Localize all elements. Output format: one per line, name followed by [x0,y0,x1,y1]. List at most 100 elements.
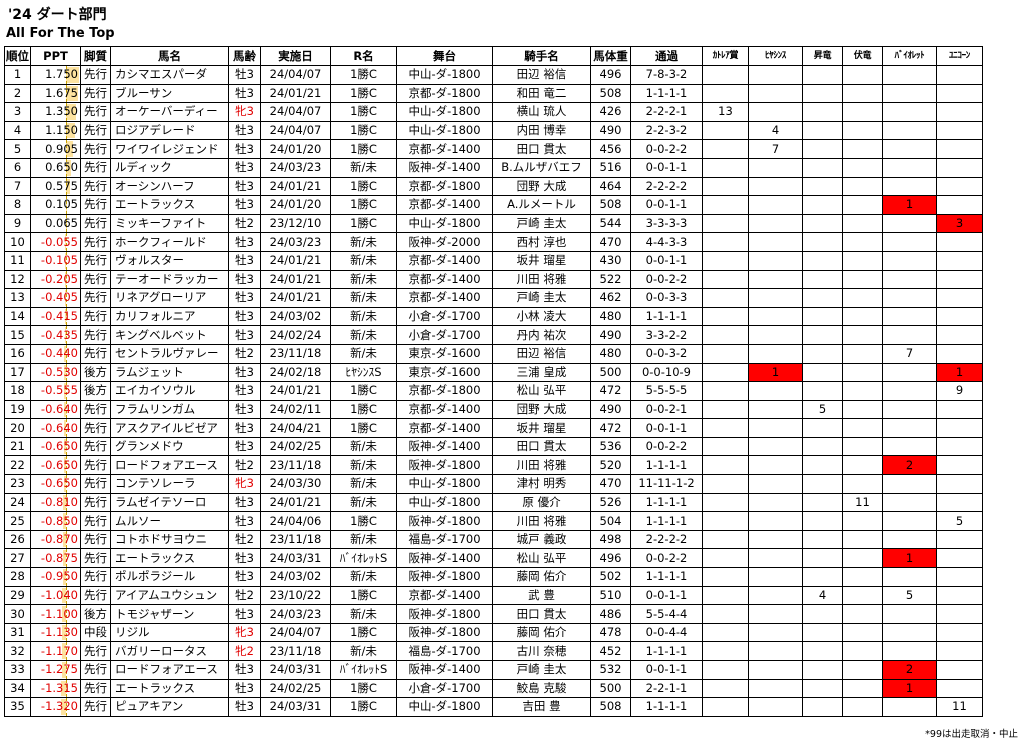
hyacinth-cell [748,232,803,252]
header-katorea: ｶﾄﾚｱ賞 [702,46,749,66]
fukuryu-cell [842,511,883,531]
unicorn-cell [936,232,983,252]
fukuryu-cell [842,250,883,271]
hyacinth-cell [748,418,803,438]
katorea-cell [702,139,749,159]
ppt-cell: 0.905 [30,139,81,159]
table-row: 22 -0.650 先行 ロードフォアエース 牡2 23/11/18 新/未 阪神-ダ-180… [4,455,983,476]
ppt-value: -0.555 [40,383,78,398]
table-row: 23 -0.650 先行 コンテソレーラ 牝3 24/03/30 新/未 中山-ダ-1800 津… [4,474,983,494]
age-cell: 牡3 [228,232,261,252]
style-cell: 先行 [80,436,111,457]
age-cell: 牡3 [228,436,261,457]
passing-cell: 0-0-3-3 [630,288,703,308]
unicorn-cell [936,622,983,643]
passing-cell: 0-0-2-1 [630,399,703,420]
katorea-cell [702,362,749,383]
katorea-cell [702,455,749,476]
weight-cell: 536 [590,436,631,457]
style-cell: 先行 [80,325,111,345]
ppt-value: -1.040 [40,587,78,602]
fukuryu-cell [842,120,883,141]
ppt-cell: -0.640 [30,418,81,438]
race-cell: 新/未 [330,288,397,308]
horse-name-cell: リネアグローリア [110,288,229,308]
weight-cell: 426 [590,102,631,122]
katorea-cell [702,418,749,438]
weight-cell: 464 [590,176,631,197]
ppt-cell: 0.650 [30,157,81,178]
style-cell: 先行 [80,65,111,85]
date-cell: 23/11/18 [260,529,331,550]
ppt-value: -0.405 [40,290,78,305]
ppt-cell: -1.315 [30,678,81,699]
jockey-cell: 横山 琉人 [492,102,591,122]
date-cell: 24/01/21 [260,250,331,271]
ppt-value: -1.130 [40,625,78,640]
race-cell: 新/未 [330,232,397,252]
ppt-cell: -1.170 [30,641,81,661]
shoryu-cell [802,213,843,234]
hyacinth-cell [748,585,803,606]
fukuryu-cell [842,697,883,717]
violet-cell [882,567,937,587]
date-cell: 24/01/20 [260,195,331,215]
hyacinth-cell [748,548,803,569]
fukuryu-cell [842,269,883,290]
fukuryu-cell [842,176,883,197]
passing-cell: 3-3-3-3 [630,213,703,234]
jockey-cell: 原 優介 [492,492,591,513]
table-row: 21 -0.650 先行 グランメドウ 牡3 24/02/25 新/未 阪神-ダ-1400 田口… [4,436,983,457]
unicorn-cell [936,65,983,85]
style-cell: 先行 [80,139,111,159]
ppt-cell: -0.650 [30,436,81,457]
date-cell: 24/02/18 [260,362,331,383]
table-row: 18 -0.555 後方 エイカイソウル 牡3 24/01/21 1勝C 京都-ダ-1800 松… [4,381,983,401]
ppt-cell: -1.275 [30,660,81,680]
hyacinth-cell [748,641,803,661]
unicorn-cell: 3 [936,213,983,234]
passing-cell: 2-2-1-1 [630,678,703,699]
ppt-value: -0.105 [40,253,78,268]
violet-cell: 1 [882,678,937,699]
katorea-cell [702,250,749,271]
ppt-value: -0.875 [40,550,78,565]
weight-cell: 508 [590,697,631,717]
hyacinth-cell [748,288,803,308]
ppt-cell: 0.575 [30,176,81,197]
venue-cell: 阪神-ダ-1800 [396,567,493,587]
violet-cell [882,250,937,271]
ppt-value: -0.055 [40,234,78,249]
ppt-cell: -0.105 [30,250,81,271]
jockey-cell: 藤岡 佑介 [492,567,591,587]
hyacinth-cell [748,250,803,271]
hyacinth-cell [748,492,803,513]
ppt-cell: -0.435 [30,325,81,345]
style-cell: 後方 [80,362,111,383]
katorea-cell [702,269,749,290]
katorea-cell [702,343,749,364]
style-cell: 先行 [80,232,111,252]
date-cell: 23/11/18 [260,455,331,476]
hyacinth-cell [748,604,803,624]
date-cell: 24/01/20 [260,139,331,159]
horse-name-cell: ピュアキアン [110,697,229,717]
date-cell: 24/04/07 [260,120,331,141]
horse-name-cell: トモジャザーン [110,604,229,624]
style-cell: 先行 [80,585,111,606]
ppt-value: 0.650 [45,160,78,175]
hyacinth-cell [748,269,803,290]
katorea-cell [702,697,749,717]
passing-cell: 1-1-1-1 [630,641,703,661]
header-unicorn: ﾕﾆｺｰﾝ [936,46,983,66]
venue-cell: 阪神-ダ-2000 [396,232,493,252]
shoryu-cell [802,65,843,85]
shoryu-cell: 5 [802,399,843,420]
weight-cell: 510 [590,585,631,606]
date-cell: 24/04/07 [260,65,331,85]
passing-cell: 0-0-2-2 [630,269,703,290]
weight-cell: 472 [590,418,631,438]
hyacinth-cell [748,511,803,531]
header-race: R名 [330,46,397,66]
ppt-cell: -0.850 [30,511,81,531]
